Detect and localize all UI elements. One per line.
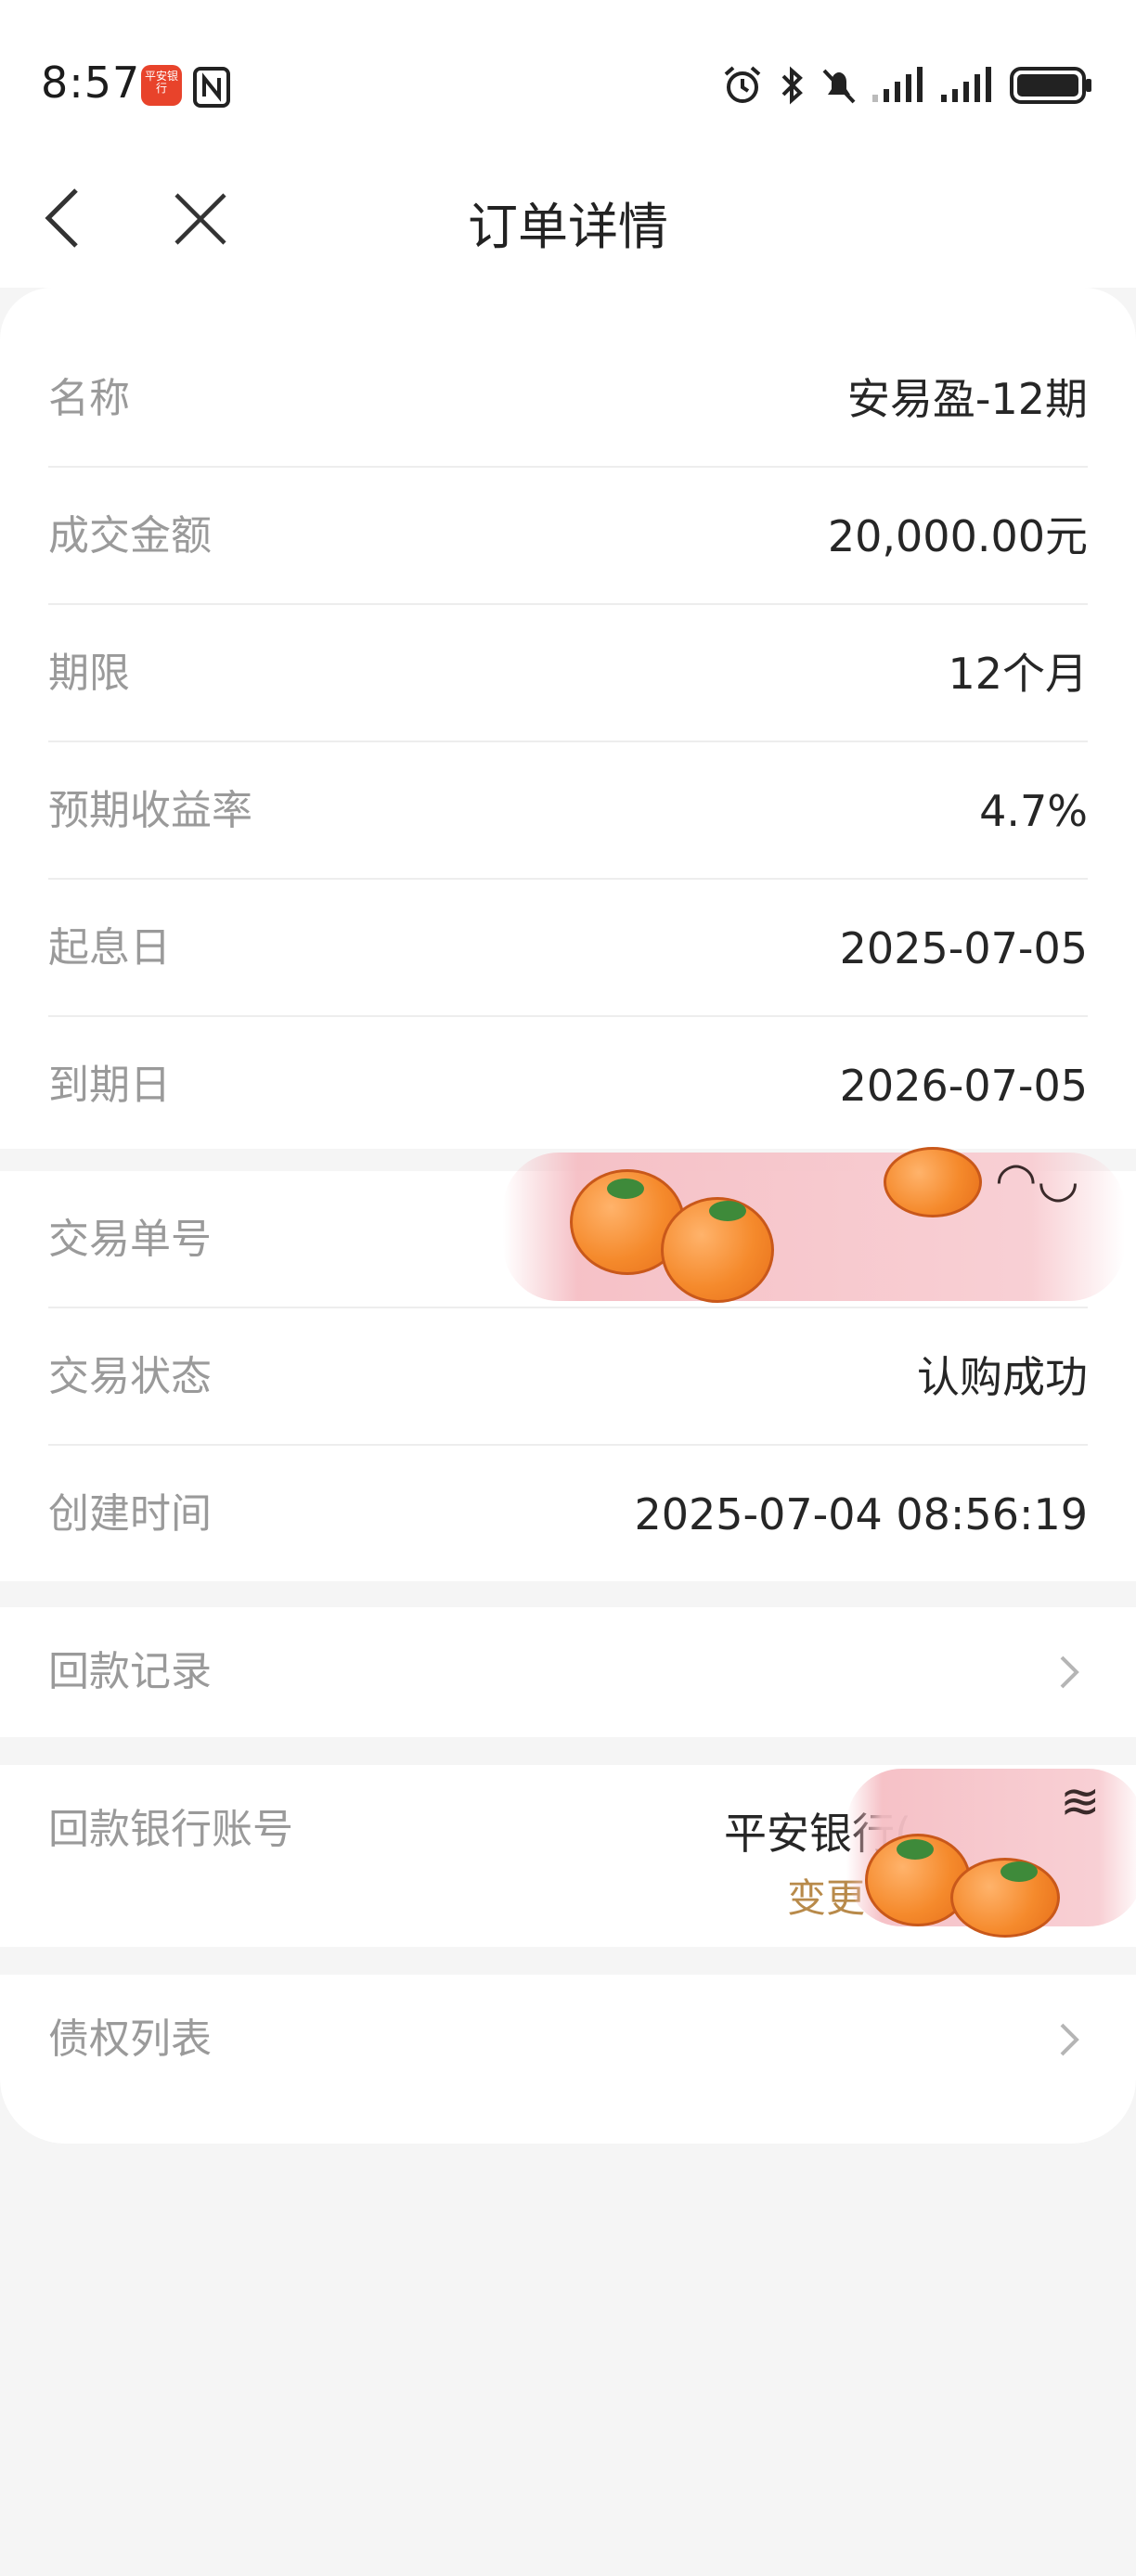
signal-icon — [941, 67, 991, 102]
row-value: 安易盈-12期 — [846, 374, 1088, 424]
order-row-value-date: 起息日 2025-07-05 — [48, 880, 1088, 1017]
redaction-sticker: ◠◡ — [503, 1147, 1125, 1303]
battery-icon — [1010, 67, 1091, 104]
sticker-doodle: ≋ — [1060, 1774, 1101, 1830]
transaction-row-created: 创建时间 2025-07-04 08:56:19 — [48, 1446, 1088, 1583]
transaction-section: 交易单号 ◠◡ 交易状态 认购成功 创建时间 2025-07-04 08:56:… — [0, 1147, 1136, 1583]
status-icons — [722, 61, 1093, 109]
row-value: 认购成功 — [917, 1352, 1088, 1402]
mute-icon — [822, 69, 856, 104]
repayment-record-row[interactable]: 回款记录 — [48, 1607, 1088, 1737]
signal-icon — [872, 67, 923, 102]
app-notification-icon: 平安银行 — [141, 65, 182, 106]
row-value: 20,000.00元 — [827, 511, 1088, 561]
row-label: 创建时间 — [48, 1490, 212, 1538]
row-label: 名称 — [48, 375, 130, 422]
row-value: 2025-07-05 — [839, 923, 1088, 973]
nfc-icon — [193, 67, 230, 108]
row-label: 回款记录 — [48, 1648, 212, 1695]
row-label: 期限 — [48, 650, 130, 697]
row-value: 2026-07-05 — [839, 1061, 1088, 1111]
order-row-name: 名称 安易盈-12期 — [48, 330, 1088, 468]
repayment-account-section: 回款银行账号 平安银行( 变更 ≋ — [0, 1765, 1136, 1947]
row-value: 12个月 — [948, 649, 1088, 699]
row-label: 交易单号 — [48, 1216, 212, 1263]
claims-list-row[interactable]: 债权列表 — [48, 1975, 1088, 2105]
order-detail-card: 名称 安易盈-12期 成交金额 20,000.00元 期限 12个月 预期收益率… — [0, 288, 1136, 2144]
transaction-row-status: 交易状态 认购成功 — [48, 1308, 1088, 1446]
order-row-amount: 成交金额 20,000.00元 — [48, 468, 1088, 605]
chevron-right-icon — [1060, 1655, 1079, 1689]
row-label: 预期收益率 — [48, 787, 252, 834]
order-row-maturity-date: 到期日 2026-07-05 — [48, 1017, 1088, 1154]
order-info-section: 名称 安易盈-12期 成交金额 20,000.00元 期限 12个月 预期收益率… — [0, 288, 1136, 1149]
row-label: 回款银行账号 — [48, 1806, 293, 1853]
chevron-right-icon — [1060, 2023, 1079, 2056]
alarm-icon — [724, 66, 761, 103]
persimmon-icon — [884, 1147, 982, 1217]
transaction-row-number: 交易单号 ◠◡ — [48, 1147, 1125, 1308]
repayment-account-row: 回款银行账号 平安银行( 变更 ≋ — [48, 1765, 1136, 1947]
row-value: 2025-07-04 08:56:19 — [634, 1489, 1088, 1539]
status-time: 8:57 — [41, 58, 141, 108]
row-label: 债权列表 — [48, 2016, 212, 2063]
row-label: 起息日 — [48, 924, 171, 972]
row-label: 成交金额 — [48, 512, 212, 560]
row-label: 到期日 — [48, 1062, 171, 1109]
order-row-expected-yield: 预期收益率 4.7% — [48, 742, 1088, 880]
redaction-sticker: ≋ — [846, 1769, 1136, 1938]
screen: 8:57 平安银行 订单详情 名称 安易盈-12期 成交金额 20,000.00… — [0, 0, 1136, 2576]
row-label: 交易状态 — [48, 1353, 212, 1400]
claims-list-section[interactable]: 债权列表 — [0, 1975, 1136, 2144]
sticker-doodle: ◠◡ — [995, 1153, 1079, 1208]
bluetooth-icon — [781, 66, 803, 105]
order-row-term: 期限 12个月 — [48, 605, 1088, 742]
status-bar: 8:57 平安银行 — [0, 0, 1136, 148]
app-badge-label: 平安银行 — [144, 70, 178, 95]
nav-bar: 订单详情 — [0, 148, 1136, 289]
row-value: 4.7% — [979, 786, 1088, 836]
page-title: 订单详情 — [468, 198, 668, 256]
repayment-record-section[interactable]: 回款记录 — [0, 1607, 1136, 1737]
